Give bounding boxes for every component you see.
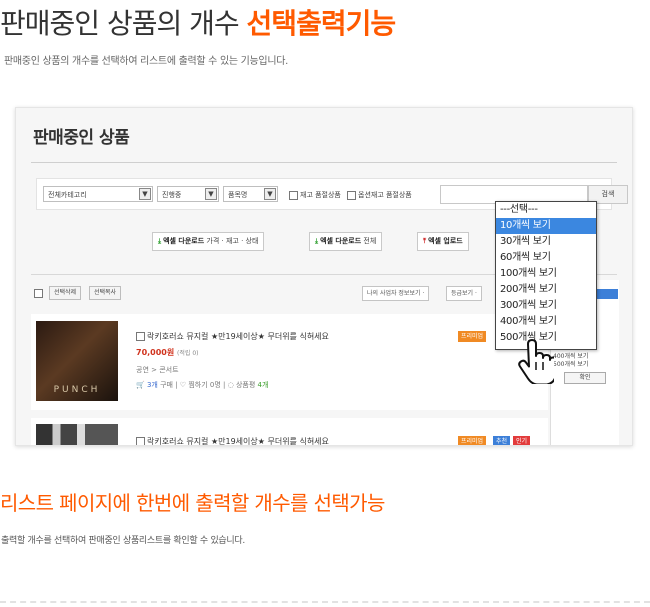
dropdown-option[interactable]: 200개씩 보기: [496, 282, 596, 298]
category-select-label: 전체카테고리: [48, 191, 87, 199]
review-count: 4개: [257, 381, 269, 389]
excel-download-all-button[interactable]: ⤓ 엑셀 다운로드 전체: [309, 232, 383, 251]
product-name-text: 락키호러쇼 뮤지컬 ★만19세이상★ 무더위를 식혀세요: [147, 332, 329, 341]
excel-upload-button[interactable]: ⤒ 엑셀 업로드: [417, 232, 469, 251]
buy-label: 구매: [160, 381, 173, 389]
chevron-down-icon: ▼: [139, 188, 151, 200]
wish-label: 찜하기: [188, 381, 208, 389]
list-count-dropdown[interactable]: ---선택--- 10개씩 보기 30개씩 보기 60개씩 보기 100개씩 보…: [495, 201, 597, 350]
checkbox-box[interactable]: [347, 190, 356, 200]
buy-count: 3개: [146, 381, 158, 389]
field-select-label: 품목명: [228, 191, 248, 199]
option-soldout-label: 옵션재고 품절상품: [358, 191, 412, 199]
thumbnail-caption: PUNCH: [53, 385, 101, 395]
excel-download-price-button[interactable]: ⤓ 엑셀 다운로드 가격 · 재고 · 상태: [152, 232, 265, 251]
confirm-button[interactable]: 확인: [564, 372, 606, 384]
hero-title-plain: 판매중인 상품의 개수: [0, 7, 247, 40]
stock-soldout-label: 재고 품절상품: [300, 191, 341, 199]
excel-download-label: 엑셀 다운로드: [163, 237, 205, 245]
select-all-checkbox[interactable]: [34, 289, 43, 298]
dashed-divider: [0, 601, 650, 603]
field-select[interactable]: 품목명 ▼: [223, 186, 278, 202]
popular-badge: 인기: [513, 436, 531, 445]
dropdown-option[interactable]: 300개씩 보기: [496, 298, 596, 314]
dropdown-option[interactable]: 30개씩 보기: [496, 234, 596, 250]
chevron-down-icon: ▼: [205, 188, 217, 200]
delete-selected-button[interactable]: 선택삭제: [49, 286, 82, 300]
hero-title: 판매중인 상품의 개수 선택출력기능: [0, 2, 397, 42]
comment-icon: ◌: [227, 381, 234, 389]
review-label: 상품평: [235, 381, 256, 389]
download-icon: ⤓: [315, 237, 319, 245]
chevron-down-icon: ▼: [264, 188, 276, 200]
premium-badge: 프리미엄: [458, 436, 487, 445]
recommend-badge: 추천: [493, 436, 511, 445]
screenshot-panel: 판매중인 상품 전체카테고리 ▼ 진행중 ▼ 품목명 ▼ 재고 품절상품 옵션재고 품…: [15, 107, 633, 446]
product-name[interactable]: 락키호러쇼 뮤지컬 ★만19세이상★ 무더위를 식혀세요: [136, 436, 329, 446]
page-title: 판매중인 상품: [33, 128, 130, 148]
grade-select[interactable]: 등급보기 ·: [446, 286, 482, 301]
cart-icon: 🛒: [136, 381, 145, 389]
dropdown-option[interactable]: 100개씩 보기: [496, 266, 596, 282]
list-count-options: 400개씩 보기 500개씩 보기: [553, 353, 588, 369]
hand-cursor-icon: [518, 339, 554, 384]
download-icon: ⤓: [158, 237, 162, 245]
product-thumbnail[interactable]: [36, 424, 118, 445]
list-count-option[interactable]: 400개씩 보기: [553, 353, 588, 361]
status-select[interactable]: 진행중 ▼: [157, 186, 219, 202]
list-item: PUNCH 락키호러쇼 뮤지컬 ★만19세이상★ 무더위를 식혀세요 70,00…: [31, 314, 548, 410]
stock-soldout-checkbox[interactable]: 재고 품절상품: [289, 190, 341, 200]
upload-icon: ⤒: [423, 237, 427, 245]
wish-count: 0명: [209, 381, 221, 389]
dropdown-option[interactable]: 60개씩 보기: [496, 250, 596, 266]
excel-download-label: 엑셀 다운로드: [320, 237, 362, 245]
seller-info-select[interactable]: 나의 사업자 정보보기 ·: [362, 286, 430, 301]
hero-title-accent: 선택출력기능: [246, 7, 397, 40]
dropdown-option[interactable]: ---선택---: [496, 202, 596, 218]
category-select[interactable]: 전체카테고리 ▼: [43, 186, 153, 202]
product-name-text: 락키호러쇼 뮤지컬 ★만19세이상★ 무더위를 식혀세요: [147, 437, 329, 446]
points-value: (적립 0): [177, 350, 199, 357]
divider: [31, 162, 617, 163]
price-value: 70,000원: [136, 348, 175, 357]
status-select-label: 진행중: [162, 191, 182, 199]
checkbox-box[interactable]: [289, 190, 298, 200]
hero-subtitle: 판매중인 상품의 개수를 선택하여 리스트에 출력할 수 있는 기능입니다.: [4, 56, 289, 67]
product-category: 공연 > 콘서트: [136, 366, 179, 374]
section-title: 리스트 페이지에 한번에 출력할 개수를 선택가능: [0, 491, 385, 515]
dropdown-option-selected[interactable]: 10개씩 보기: [496, 218, 596, 234]
section-subtitle: 출력할 개수를 선택하여 판매중인 상품리스트를 확인할 수 있습니다.: [1, 536, 245, 546]
excel-download-detail: 전체: [361, 237, 377, 245]
copy-selected-button[interactable]: 선택복사: [89, 286, 122, 300]
product-thumbnail[interactable]: PUNCH: [36, 321, 118, 401]
item-checkbox[interactable]: [136, 332, 145, 341]
item-checkbox[interactable]: [136, 437, 145, 445]
list-item: 락키호러쇼 뮤지컬 ★만19세이상★ 무더위를 식혀세요 프리미엄 추천 인기: [31, 418, 548, 446]
product-name[interactable]: 락키호러쇼 뮤지컬 ★만19세이상★ 무더위를 식혀세요: [136, 331, 329, 342]
list-count-option[interactable]: 500개씩 보기: [553, 361, 588, 369]
dropdown-option[interactable]: 400개씩 보기: [496, 314, 596, 330]
product-price: 70,000원 (적립 0): [136, 347, 198, 358]
excel-download-detail: 가격 · 재고 · 상태: [204, 237, 259, 245]
excel-upload-label: 엑셀 업로드: [428, 237, 463, 245]
option-soldout-checkbox[interactable]: 옵션재고 품절상품: [347, 190, 412, 200]
heart-icon: ♡: [179, 381, 187, 389]
product-stats: 🛒 3개 구매 | ♡ 찜하기 0명 | ◌ 상품평 4개: [136, 381, 269, 389]
premium-badge: 프리미엄: [458, 331, 487, 342]
